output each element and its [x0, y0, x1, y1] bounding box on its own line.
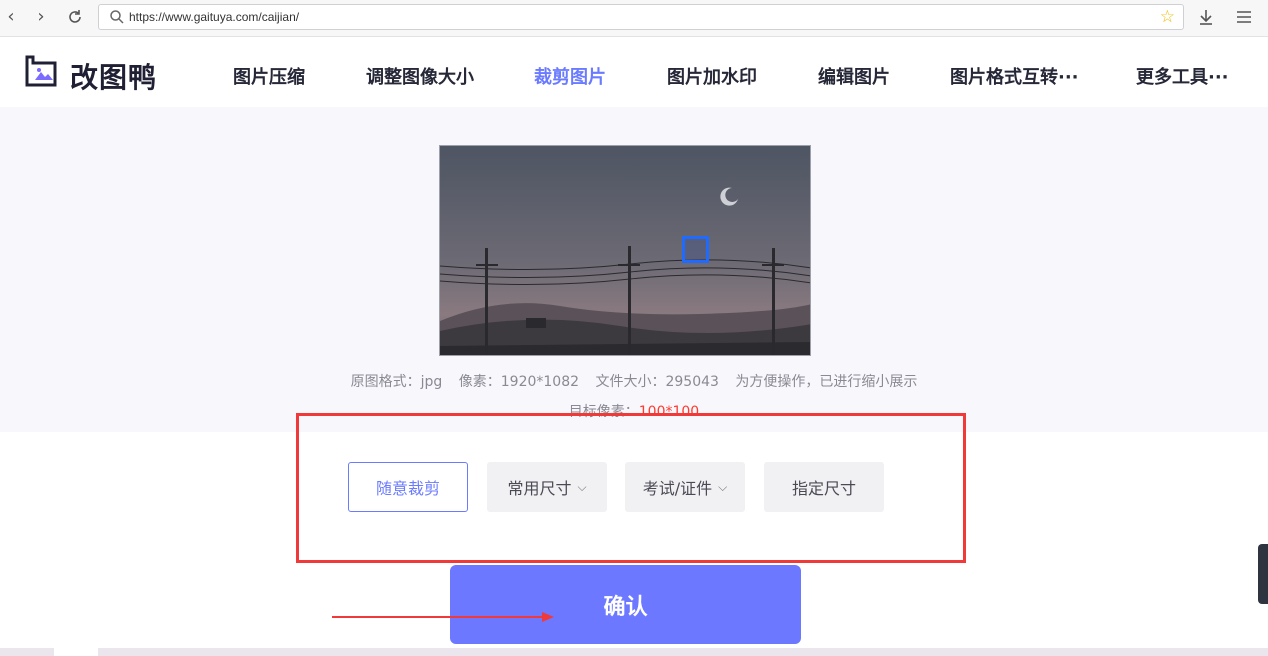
crop-selection-box[interactable]	[682, 236, 709, 263]
file-size: 文件大小：295043	[595, 374, 719, 390]
side-widget[interactable]	[1258, 544, 1268, 604]
nav-edit-image[interactable]: 编辑图片	[818, 63, 890, 89]
nav-more-tools[interactable]: 更多工具···	[1136, 63, 1229, 89]
browser-toolbar: ‹ › https://www.gaituya.com/caijian/ ☆	[0, 0, 1268, 37]
taskbar-segment	[54, 648, 98, 656]
preview-area: 原图格式：jpg 像素：1920*1082 文件大小：295043 为方便操作，…	[0, 107, 1268, 432]
logo-text[interactable]: 改图鸭	[70, 56, 157, 96]
nav-crop-image[interactable]: 裁剪图片	[534, 63, 606, 89]
landscape-photo	[440, 146, 810, 355]
address-bar[interactable]: https://www.gaituya.com/caijian/ ☆	[98, 4, 1184, 30]
menu-icon[interactable]	[1234, 7, 1254, 27]
forward-arrow-icon[interactable]: ›	[30, 6, 52, 28]
confirm-button[interactable]: 确认	[450, 565, 801, 644]
site-header: 改图鸭 图片压缩 调整图像大小 裁剪图片 图片加水印 编辑图片 图片格式互转··…	[0, 37, 1268, 107]
nav-image-compress[interactable]: 图片压缩	[233, 63, 305, 89]
highlight-annotation-box	[296, 413, 966, 563]
download-icon[interactable]	[1196, 7, 1216, 27]
nav-format-convert[interactable]: 图片格式互转···	[950, 63, 1079, 89]
pixel-size: 像素：1920*1082	[458, 374, 580, 390]
search-icon	[110, 10, 124, 24]
display-note: 为方便操作，已进行缩小展示	[735, 374, 918, 390]
nav-watermark[interactable]: 图片加水印	[667, 63, 757, 89]
reload-icon[interactable]	[64, 6, 86, 28]
red-arrow-annotation	[332, 612, 554, 622]
logo-icon[interactable]	[24, 54, 58, 88]
image-info-line: 原图格式：jpg 像素：1920*1082 文件大小：295043 为方便操作，…	[0, 371, 1268, 391]
nav-resize-image[interactable]: 调整图像大小	[366, 63, 474, 89]
taskbar-strip	[0, 648, 1268, 656]
url-text: https://www.gaituya.com/caijian/	[129, 10, 300, 24]
original-format: 原图格式：jpg	[350, 374, 443, 390]
back-arrow-icon[interactable]: ‹	[0, 6, 22, 28]
image-preview	[439, 145, 811, 356]
bookmark-star-icon[interactable]: ☆	[1160, 7, 1175, 27]
confirm-label: 确认	[603, 594, 648, 620]
